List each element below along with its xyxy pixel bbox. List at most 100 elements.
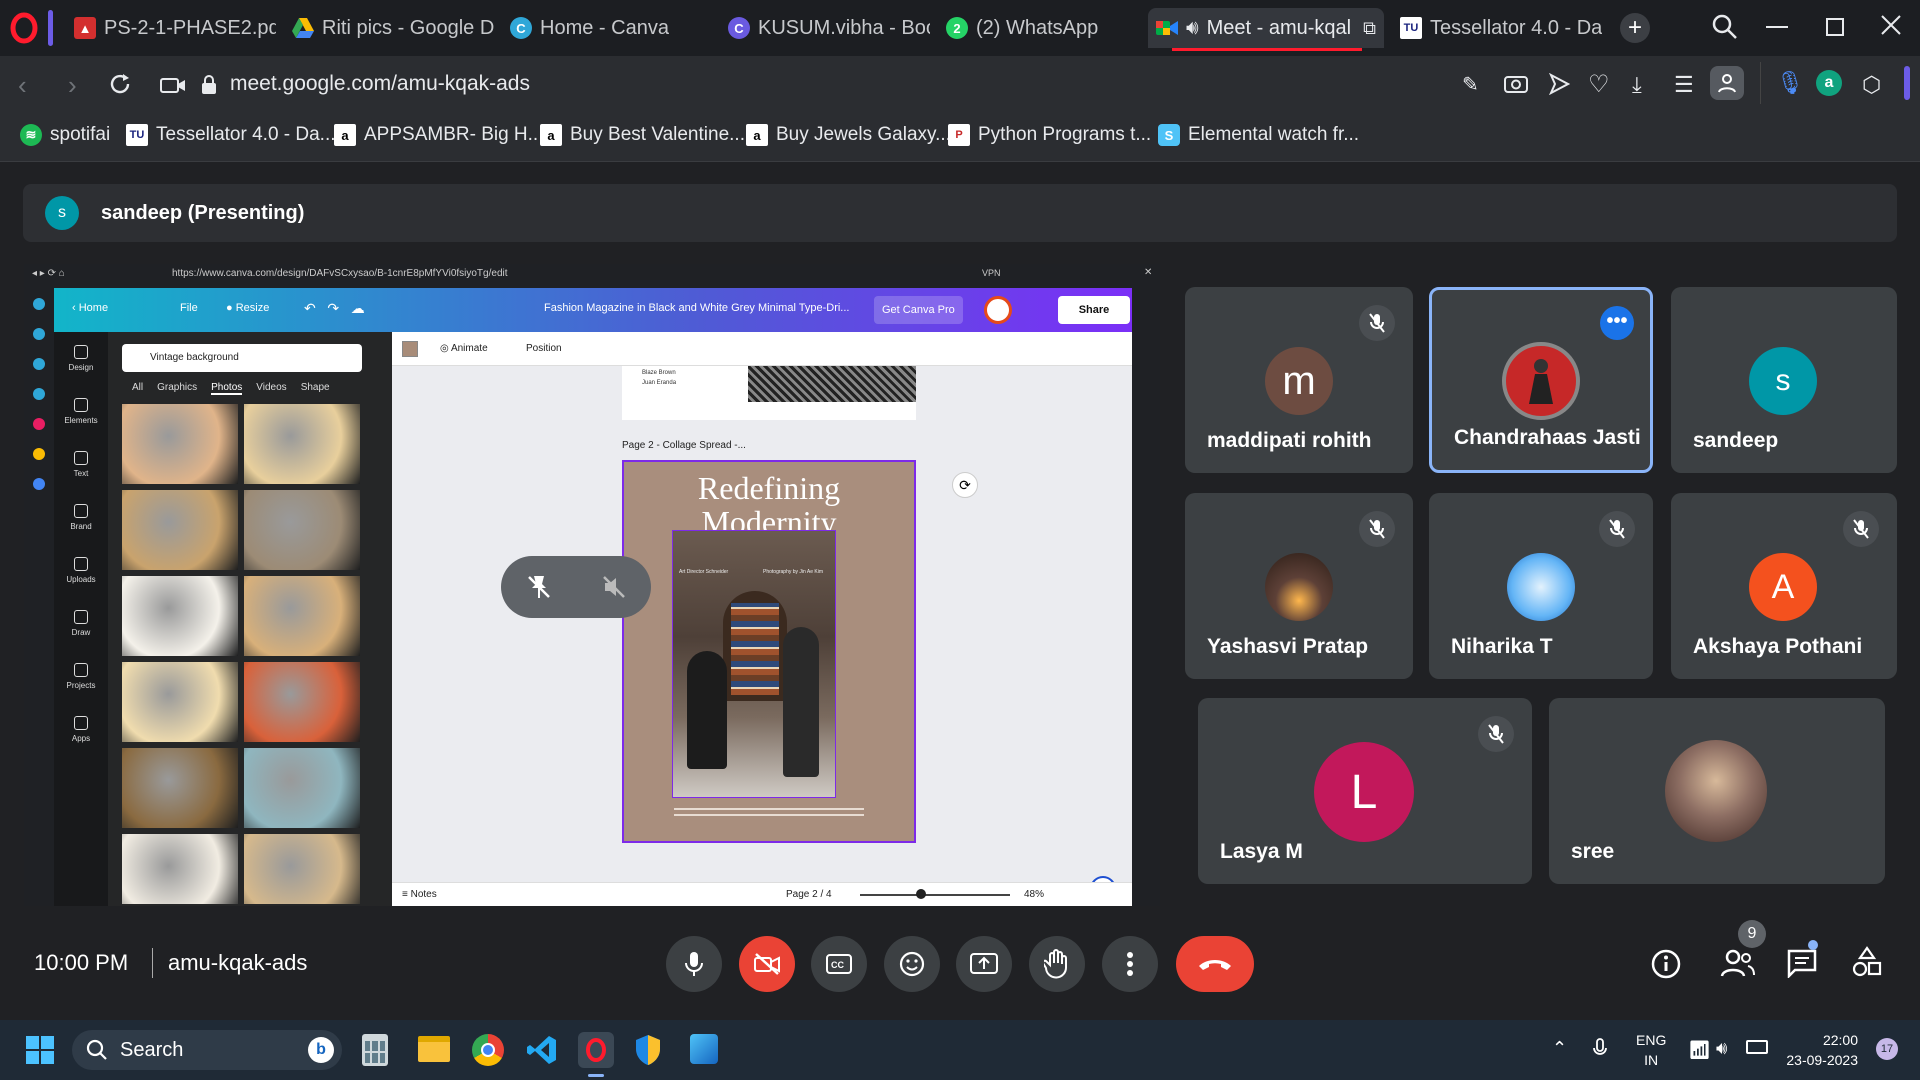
- extension-a-icon[interactable]: a: [1816, 70, 1842, 96]
- maximize-icon[interactable]: [1826, 18, 1844, 36]
- microphone-button[interactable]: [666, 936, 722, 992]
- edit-icon[interactable]: ✎: [1462, 72, 1479, 97]
- participant-tile-yashasvi[interactable]: Yashasvi Pratap: [1185, 493, 1413, 679]
- forward-icon[interactable]: ›: [68, 70, 77, 101]
- participant-name: Niharika T: [1451, 635, 1553, 658]
- canva-rail-item: Design: [54, 332, 108, 385]
- tab-search-icon[interactable]: [1712, 14, 1738, 40]
- security-shield-icon[interactable]: [634, 1034, 662, 1066]
- canva-icon: C: [728, 17, 750, 39]
- tray-chevron-icon[interactable]: ⌃: [1552, 1038, 1567, 1059]
- bookmark-tessellator[interactable]: TU Tessellator 4.0 - Da...: [126, 124, 336, 146]
- bookmark-appsambr[interactable]: a APPSAMBR- Big H...: [334, 124, 544, 146]
- inner-vpn-badge: VPN: [982, 268, 1001, 278]
- camera-permission-icon[interactable]: [160, 75, 186, 95]
- raise-hand-button[interactable]: [1029, 936, 1085, 992]
- back-icon[interactable]: ‹: [18, 70, 27, 101]
- photos-app-icon[interactable]: [690, 1034, 718, 1064]
- bookmark-python[interactable]: P Python Programs t...: [948, 124, 1151, 146]
- snapshot-icon[interactable]: [1504, 72, 1528, 94]
- tab-pdf[interactable]: ▲ PS-2-1-PHASE2.pdf(R: [66, 8, 276, 48]
- meeting-details-icon[interactable]: [1650, 948, 1682, 980]
- easy-setup-icon[interactable]: ☰: [1674, 72, 1694, 98]
- bing-icon[interactable]: b: [308, 1037, 334, 1063]
- emoji-reactions-button[interactable]: [884, 936, 940, 992]
- search-icon: [86, 1039, 107, 1060]
- tab-tessellator[interactable]: TU Tessellator 4.0 - Dash: [1392, 8, 1602, 48]
- chrome-icon[interactable]: [472, 1034, 504, 1066]
- volume-icon[interactable]: 🔊︎: [1716, 1038, 1727, 1059]
- site-lock-icon[interactable]: [200, 75, 218, 95]
- participant-name: Yashasvi Pratap: [1207, 635, 1369, 658]
- canva-photos-panel: Vintage background All Graphics Photos Vide…: [108, 332, 392, 906]
- whatsapp-icon: 2: [946, 17, 968, 39]
- chat-unread-dot: [1808, 940, 1818, 950]
- tab-canva-home[interactable]: C Home - Canva: [502, 8, 712, 48]
- divider: [1760, 62, 1761, 104]
- photo-collage: Art Director Schneider Photography by Ji…: [672, 530, 836, 798]
- calculator-app-icon[interactable]: [362, 1034, 388, 1066]
- minimize-icon[interactable]: [1766, 26, 1788, 28]
- inner-url: https://www.canva.com/design/DAFvSCxysao…: [172, 268, 508, 279]
- send-icon[interactable]: [1548, 73, 1570, 95]
- pdf-icon: ▲: [74, 17, 96, 39]
- heart-icon[interactable]: ♡: [1588, 70, 1610, 99]
- tab-meet[interactable]: 🔊︎ Meet - amu-kqal ⧉: [1148, 8, 1384, 48]
- camera-off-button[interactable]: [739, 936, 795, 992]
- windows-start-icon[interactable]: [26, 1036, 54, 1064]
- canva-rail-item: Brand: [54, 491, 108, 544]
- vscode-icon[interactable]: [526, 1034, 558, 1066]
- microphone-extension-icon[interactable]: 🎙︎: [1776, 70, 1804, 96]
- more-options-button[interactable]: [1102, 936, 1158, 992]
- opera-logo-icon[interactable]: [10, 12, 38, 44]
- captions-button[interactable]: CC: [811, 936, 867, 992]
- participant-tile-sandeep[interactable]: s sandeep: [1671, 287, 1897, 473]
- battery-icon[interactable]: [1746, 1040, 1768, 1054]
- page-indicator: Page 2 / 4: [786, 889, 832, 900]
- leave-call-button[interactable]: [1176, 936, 1254, 992]
- taskbar-search-box[interactable]: Search b: [72, 1030, 342, 1070]
- canva-rail-item: Elements: [54, 385, 108, 438]
- close-window-icon[interactable]: [1880, 14, 1902, 36]
- picture-in-picture-icon[interactable]: ⧉: [1363, 18, 1376, 39]
- muted-mic-icon: [1478, 716, 1514, 752]
- unpin-icon[interactable]: [525, 573, 553, 601]
- present-now-button[interactable]: [956, 936, 1012, 992]
- participant-tile-lasya[interactable]: L Lasya M: [1198, 698, 1532, 884]
- mute-audio-icon[interactable]: [600, 573, 628, 601]
- participant-tile-maddipati[interactable]: m maddipati rohith: [1185, 287, 1413, 473]
- participant-tile-akshaya[interactable]: A Akshaya Pothani: [1671, 493, 1897, 679]
- more-options-icon[interactable]: •••: [1600, 306, 1634, 340]
- language-indicator[interactable]: ENG IN: [1636, 1030, 1666, 1070]
- drive-icon: [292, 17, 314, 39]
- url-field[interactable]: meet.google.com/amu-kqak-ads: [230, 72, 530, 96]
- activities-icon[interactable]: [1852, 946, 1882, 978]
- tab-canva-kusum[interactable]: C KUSUM.vibha - Bookl: [720, 8, 930, 48]
- bookmark-jewels[interactable]: a Buy Jewels Galaxy...: [746, 124, 951, 146]
- bookmark-valentine[interactable]: a Buy Best Valentine...: [540, 124, 745, 146]
- file-explorer-icon[interactable]: [418, 1036, 450, 1062]
- new-tab-plus-icon[interactable]: +: [1620, 13, 1650, 43]
- opera-taskbar-icon[interactable]: [578, 1032, 614, 1068]
- participant-tile-chandrahaas[interactable]: ••• Chandrahaas Jasti: [1429, 287, 1653, 473]
- bookmark-elemental[interactable]: S Elemental watch fr...: [1158, 124, 1359, 146]
- participant-tile-sree[interactable]: sree: [1549, 698, 1885, 884]
- tray-mic-icon[interactable]: [1592, 1038, 1608, 1060]
- canva-home-button: ‹ Home: [72, 302, 109, 314]
- system-clock[interactable]: 22:00 23-09-2023: [1776, 1030, 1858, 1070]
- people-icon[interactable]: [1720, 948, 1756, 978]
- tab-whatsapp[interactable]: 2 (2) WhatsApp: [938, 8, 1138, 48]
- extensions-cube-icon[interactable]: ⬡: [1862, 72, 1881, 98]
- chat-icon[interactable]: [1786, 948, 1818, 978]
- vintage-thumbnail: [244, 834, 360, 904]
- bookmark-spotify[interactable]: ≋ spotifai: [20, 124, 110, 146]
- download-icon[interactable]: ⤓: [1632, 72, 1642, 98]
- profile-icon[interactable]: [1710, 66, 1744, 100]
- presenter-controls-pill[interactable]: [501, 556, 651, 618]
- canva-file-menu: File: [180, 302, 198, 314]
- participant-tile-niharika[interactable]: Niharika T: [1429, 493, 1653, 679]
- wifi-icon[interactable]: 📶︎: [1688, 1040, 1711, 1061]
- reload-icon[interactable]: [108, 72, 132, 96]
- notification-count-badge[interactable]: 17: [1876, 1038, 1898, 1060]
- tab-drive[interactable]: Riti pics - Google Driv: [284, 8, 494, 48]
